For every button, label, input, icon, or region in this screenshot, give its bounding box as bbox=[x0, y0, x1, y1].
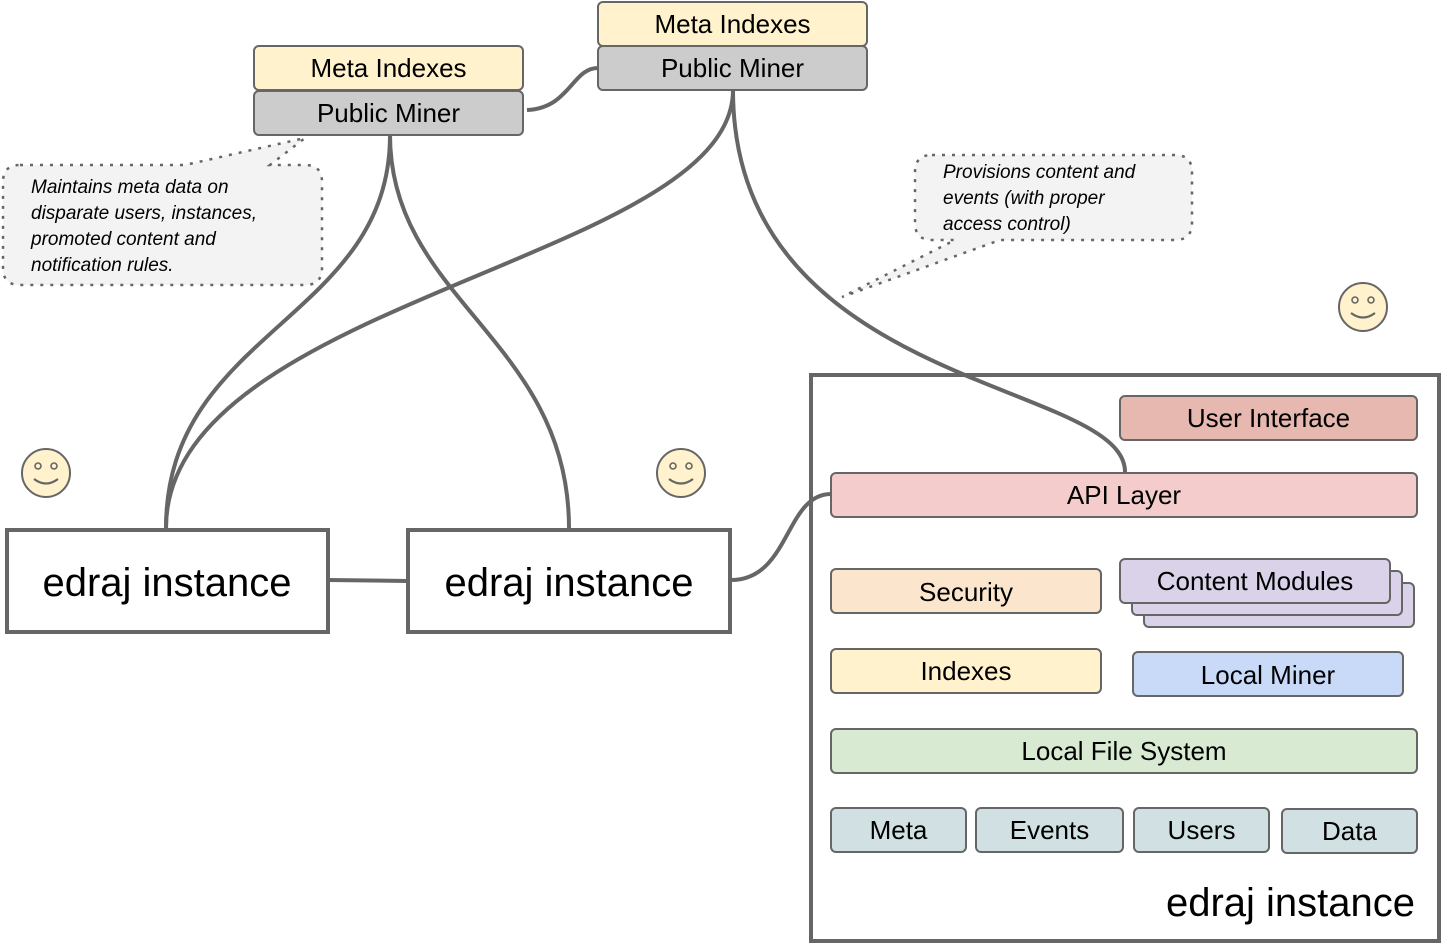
instance-label: edraj instance bbox=[42, 561, 291, 605]
local-file-system-label: Local File System bbox=[1021, 736, 1226, 766]
detailed-instance-label: edraj instance bbox=[1166, 881, 1415, 925]
public-node-right[interactable]: Meta Indexes Public Miner bbox=[597, 1, 868, 91]
security-label: Security bbox=[919, 577, 1013, 607]
public-node-left[interactable]: Meta Indexes Public Miner bbox=[253, 45, 524, 136]
note-line: Provisions content and bbox=[943, 162, 1137, 183]
public-miner-label: Public Miner bbox=[317, 98, 460, 128]
instance-label: edraj instance bbox=[444, 561, 693, 605]
user-interface-label: User Interface bbox=[1187, 403, 1350, 433]
note-line: Maintains meta data on bbox=[31, 177, 229, 198]
miner-note: Maintains meta data on disparate users, … bbox=[1, 136, 324, 287]
content-modules-label: Content Modules bbox=[1157, 566, 1354, 596]
storage-data-label: Data bbox=[1322, 816, 1377, 846]
note-line: events (with proper bbox=[943, 188, 1105, 209]
local-miner-label: Local Miner bbox=[1201, 660, 1336, 690]
meta-indexes-label: Meta Indexes bbox=[310, 53, 466, 83]
smiley-face-icon bbox=[21, 448, 71, 498]
architecture-diagram: Maintains meta data on disparate users, … bbox=[1, 1, 1441, 943]
connector-miner-left-to-instance-2 bbox=[388, 134, 571, 529]
smiley-face-icon bbox=[656, 448, 706, 498]
note-line: promoted content and bbox=[30, 229, 217, 250]
storage-users-label: Users bbox=[1168, 815, 1236, 845]
connector-miner-left-to-miner-right bbox=[526, 66, 599, 112]
instance-2[interactable]: edraj instance bbox=[406, 528, 732, 634]
indexes-label: Indexes bbox=[920, 656, 1011, 686]
api-note: Provisions content and events (with prop… bbox=[841, 153, 1194, 299]
note-line: notification rules. bbox=[31, 255, 174, 276]
meta-indexes-label: Meta Indexes bbox=[654, 9, 810, 39]
instance-1[interactable]: edraj instance bbox=[5, 528, 330, 634]
note-line: access control) bbox=[943, 214, 1071, 235]
connector-instance-1-to-instance-2 bbox=[327, 578, 409, 583]
storage-events-label: Events bbox=[1010, 815, 1090, 845]
public-miner-label: Public Miner bbox=[661, 53, 804, 83]
note-line: disparate users, instances, bbox=[31, 203, 257, 224]
smiley-face-icon bbox=[1338, 282, 1388, 332]
api-layer-label: API Layer bbox=[1067, 480, 1182, 510]
storage-meta-label: Meta bbox=[870, 815, 928, 845]
